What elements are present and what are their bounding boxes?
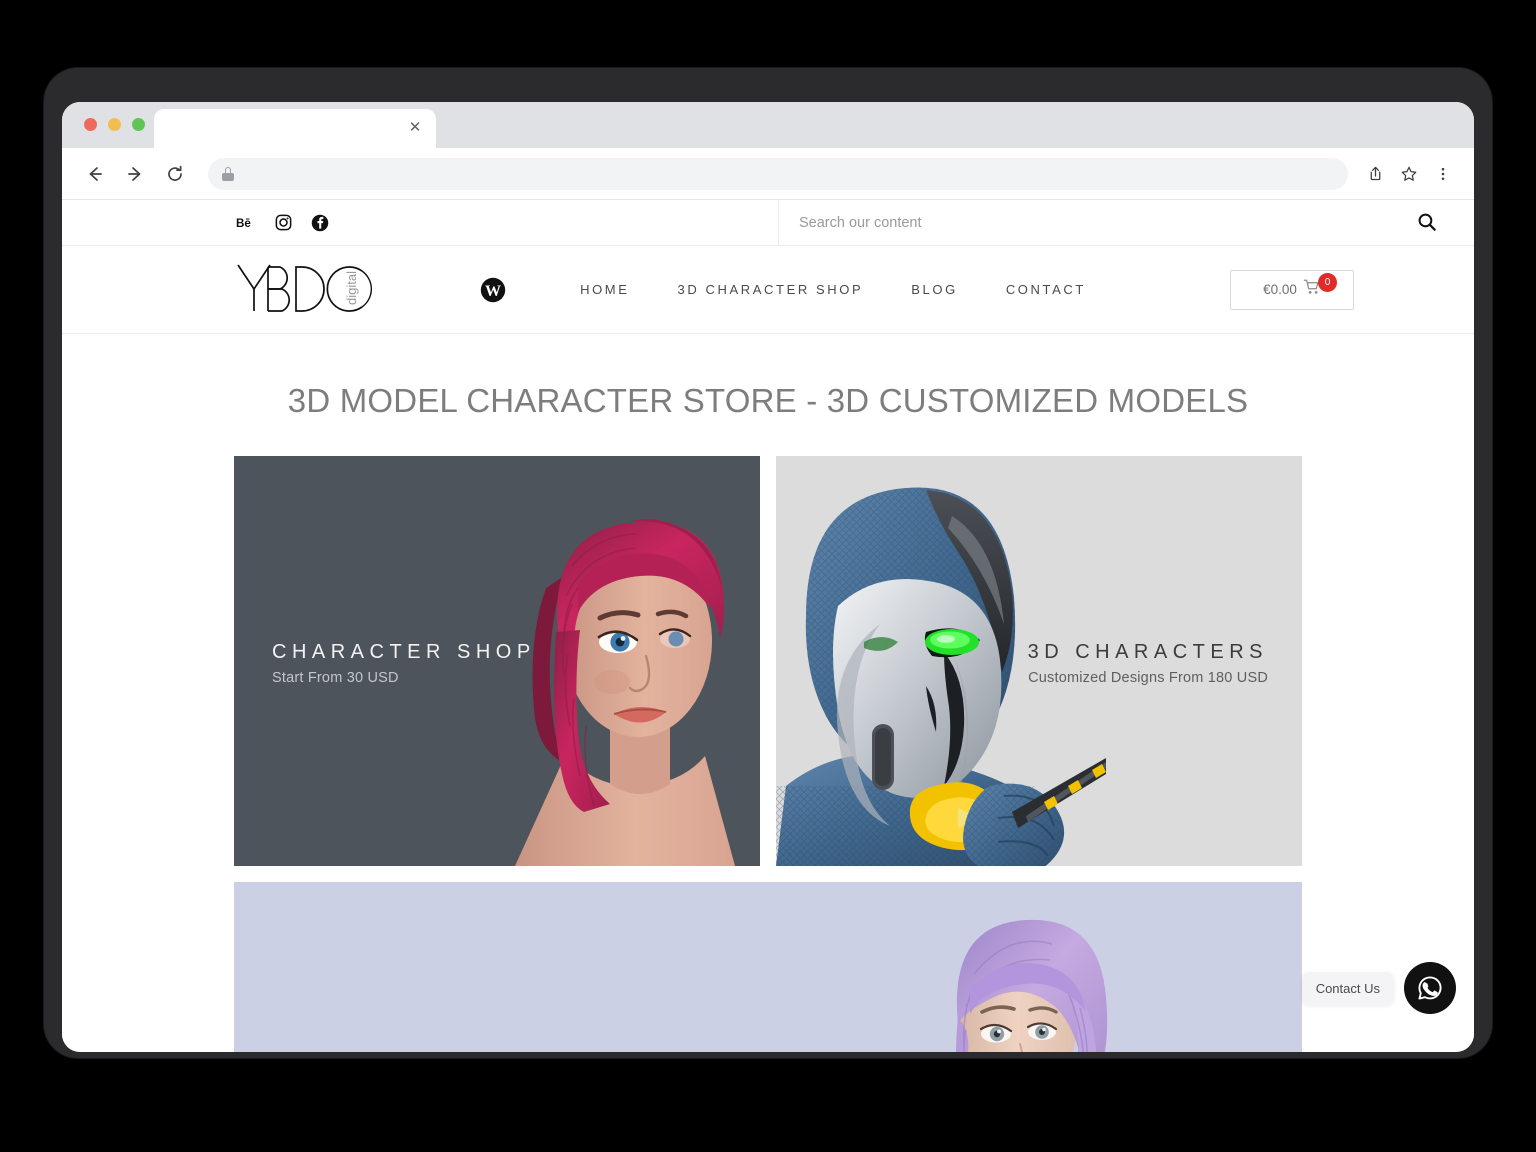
card-3d-characters[interactable]: 3D CHARACTERS Customized Designs From 18… xyxy=(776,456,1302,866)
behance-icon[interactable]: Bē xyxy=(236,215,256,231)
card-subtitle: Start From 30 USD xyxy=(272,670,399,686)
social-links: Bē xyxy=(62,214,778,232)
character-artwork-purple-hair xyxy=(956,919,1108,1052)
contact-tooltip: Contact Us xyxy=(1301,971,1394,1005)
svg-text:W: W xyxy=(485,283,501,300)
maximize-window-button[interactable] xyxy=(132,118,145,131)
instagram-icon[interactable] xyxy=(275,214,292,231)
logo-sub-text: digital xyxy=(344,270,359,304)
facebook-icon[interactable] xyxy=(311,214,329,232)
back-arrow-icon[interactable] xyxy=(78,157,112,191)
search-input[interactable] xyxy=(799,214,1420,231)
browser-toolbar xyxy=(62,148,1474,200)
page-title: 3D MODEL CHARACTER STORE - 3D CUSTOMIZED… xyxy=(287,382,1249,419)
star-icon[interactable] xyxy=(1394,159,1424,189)
nav-contact[interactable]: CONTACT xyxy=(982,282,1110,297)
reload-icon[interactable] xyxy=(158,157,192,191)
bezel-inner: ✕ Bē Search our content digital W HOME 3… xyxy=(62,102,1474,1052)
cart-count-badge: 0 xyxy=(1318,272,1337,292)
svg-text:Bē: Bē xyxy=(236,217,251,230)
browser-tab-strip: ✕ xyxy=(62,102,1474,148)
cart-button[interactable]: €0.00 0 xyxy=(1230,269,1354,310)
search-bar[interactable] xyxy=(778,200,1474,246)
window-controls[interactable] xyxy=(84,118,145,131)
card-text: 3D CHARACTERS Customized Designs From 18… xyxy=(1028,641,1268,686)
page-viewport: Bē Search our content digital W HOME 3D … xyxy=(62,200,1474,1052)
lock-icon xyxy=(222,166,234,181)
device-bezel: ✕ Bē Search our content digital W HOME 3… xyxy=(44,68,1492,1058)
utility-bar: Bē xyxy=(62,200,1474,246)
browser-window: ✕ Bē Search our content digital W HOME 3… xyxy=(62,102,1474,1052)
card-subtitle: Customized Designs From 180 USD xyxy=(1028,670,1268,686)
browser-tab[interactable]: ✕ xyxy=(154,109,436,148)
card-cgi-characters[interactable]: CGI CHARACTERS Start From 900 USD xyxy=(234,882,1302,1052)
card-title: 3D CHARACTERS xyxy=(1027,641,1268,663)
card-title: CHARACTER SHOP xyxy=(272,641,536,663)
contact-widget[interactable]: Contact Us xyxy=(1301,962,1456,1014)
toolbar-actions xyxy=(1360,159,1458,189)
share-icon[interactable] xyxy=(1360,159,1390,189)
nav-blog[interactable]: BLOG xyxy=(887,282,982,297)
address-bar[interactable] xyxy=(208,157,1348,190)
site-logo[interactable]: digital xyxy=(234,259,384,321)
three-dot-menu-icon[interactable] xyxy=(1428,159,1458,189)
forward-arrow-icon[interactable] xyxy=(118,157,152,191)
wordpress-icon[interactable]: W xyxy=(480,277,506,303)
site-header: digital W HOME 3D CHARACTER SHOP BLOG CO… xyxy=(62,246,1474,334)
category-cards: CHARACTER SHOP Start From 30 USD 3D CHAR… xyxy=(62,456,1474,1052)
whatsapp-icon[interactable] xyxy=(1404,962,1456,1014)
search-icon[interactable] xyxy=(1416,211,1440,235)
close-icon[interactable]: ✕ xyxy=(406,119,424,137)
main-navigation: W HOME 3D CHARACTER SHOP BLOG CONTACT xyxy=(384,277,1206,303)
nav-home[interactable]: HOME xyxy=(556,282,653,297)
cart-amount: €0.00 xyxy=(1263,282,1297,297)
card-text: CHARACTER SHOP Start From 30 USD xyxy=(272,641,536,686)
nav-3d-character-shop[interactable]: 3D CHARACTER SHOP xyxy=(654,282,888,297)
close-window-button[interactable] xyxy=(84,118,97,131)
minimize-window-button[interactable] xyxy=(108,118,121,131)
card-character-shop[interactable]: CHARACTER SHOP Start From 30 USD xyxy=(234,456,760,866)
